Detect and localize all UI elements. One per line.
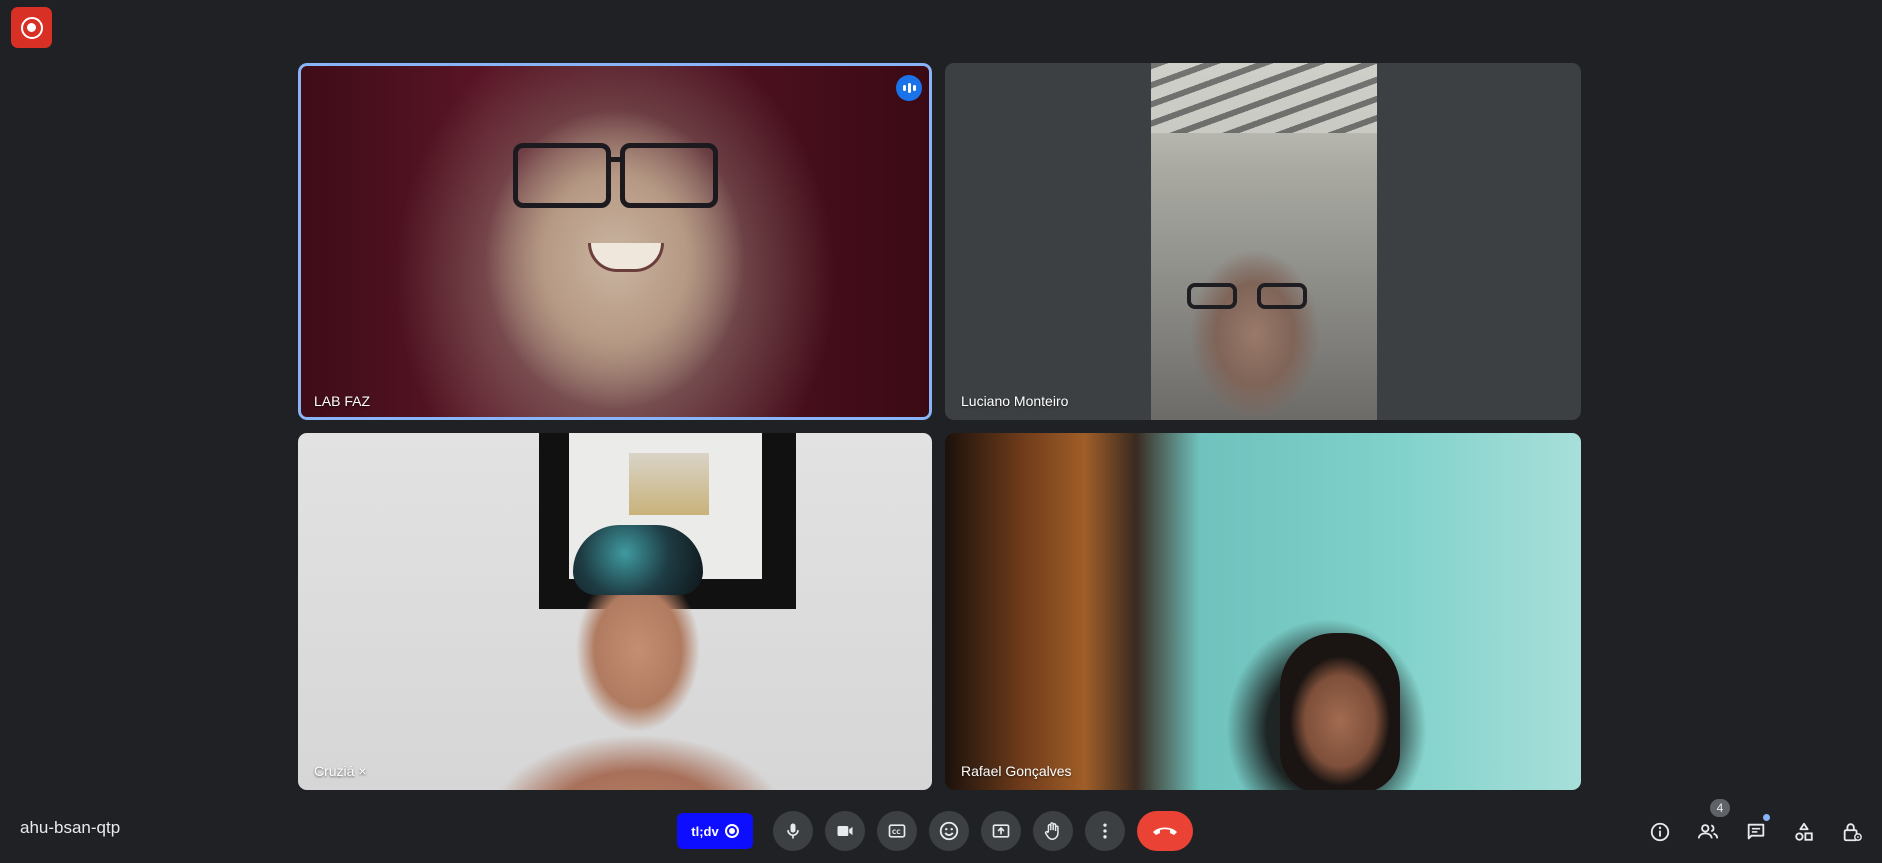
people-button[interactable]: 4 [1688, 799, 1730, 852]
present-icon [992, 824, 1010, 838]
svg-text:CC: CC [892, 830, 901, 836]
unread-indicator [1763, 814, 1770, 821]
present-screen-button[interactable] [981, 811, 1021, 851]
participant-name: LAB FAZ [314, 393, 371, 409]
participant-video [298, 433, 932, 790]
emoji-icon [939, 821, 959, 841]
people-icon [1697, 824, 1719, 839]
leave-call-button[interactable] [1137, 811, 1193, 851]
meeting-code: ahu-bsan-qtp [20, 818, 121, 837]
participant-name: Rafael Gonçalves [961, 763, 1072, 779]
side-panel-controls: 4 [1640, 799, 1880, 852]
camera-icon [837, 826, 853, 836]
host-controls-button[interactable] [1832, 812, 1872, 852]
participant-count-badge: 4 [1710, 799, 1730, 817]
raise-hand-button[interactable] [1033, 811, 1073, 851]
chat-icon [1747, 823, 1765, 840]
tldv-label: tl;dv [691, 823, 719, 839]
microphone-icon [787, 823, 799, 839]
participant-name: Luciano Monteiro [961, 393, 1069, 409]
captions-icon: CC [888, 824, 906, 838]
host-controls-icon [1843, 823, 1862, 842]
captions-button[interactable]: CC [877, 811, 917, 851]
speaking-indicator-icon [896, 75, 922, 101]
more-options-icon [1103, 823, 1107, 839]
participant-video [1151, 63, 1377, 420]
participant-tile[interactable]: Luciano Monteiro [945, 63, 1581, 420]
participant-tile[interactable]: LAB FAZ [298, 63, 932, 420]
meeting-details-button[interactable] [1640, 812, 1680, 852]
participant-tile[interactable]: Rafael Gonçalves [945, 433, 1581, 790]
info-icon [1650, 822, 1670, 842]
microphone-button[interactable] [773, 811, 813, 851]
record-icon [20, 16, 43, 39]
call-controls: tl;dv CC [677, 811, 1193, 851]
raise-hand-icon [1044, 822, 1059, 840]
participant-video [298, 63, 932, 420]
recording-indicator[interactable] [11, 7, 52, 48]
activities-icon [1795, 822, 1813, 841]
reactions-button[interactable] [929, 811, 969, 851]
camera-button[interactable] [825, 811, 865, 851]
record-icon [724, 824, 739, 838]
tldv-extension-button[interactable]: tl;dv [677, 813, 753, 849]
chat-button[interactable] [1736, 812, 1776, 852]
participant-tile[interactable]: Cruziá × [298, 433, 932, 790]
end-call-icon [1153, 827, 1177, 835]
participant-video [945, 433, 1581, 790]
activities-button[interactable] [1784, 812, 1824, 852]
more-options-button[interactable] [1085, 811, 1125, 851]
participant-name: Cruziá × [314, 763, 367, 779]
